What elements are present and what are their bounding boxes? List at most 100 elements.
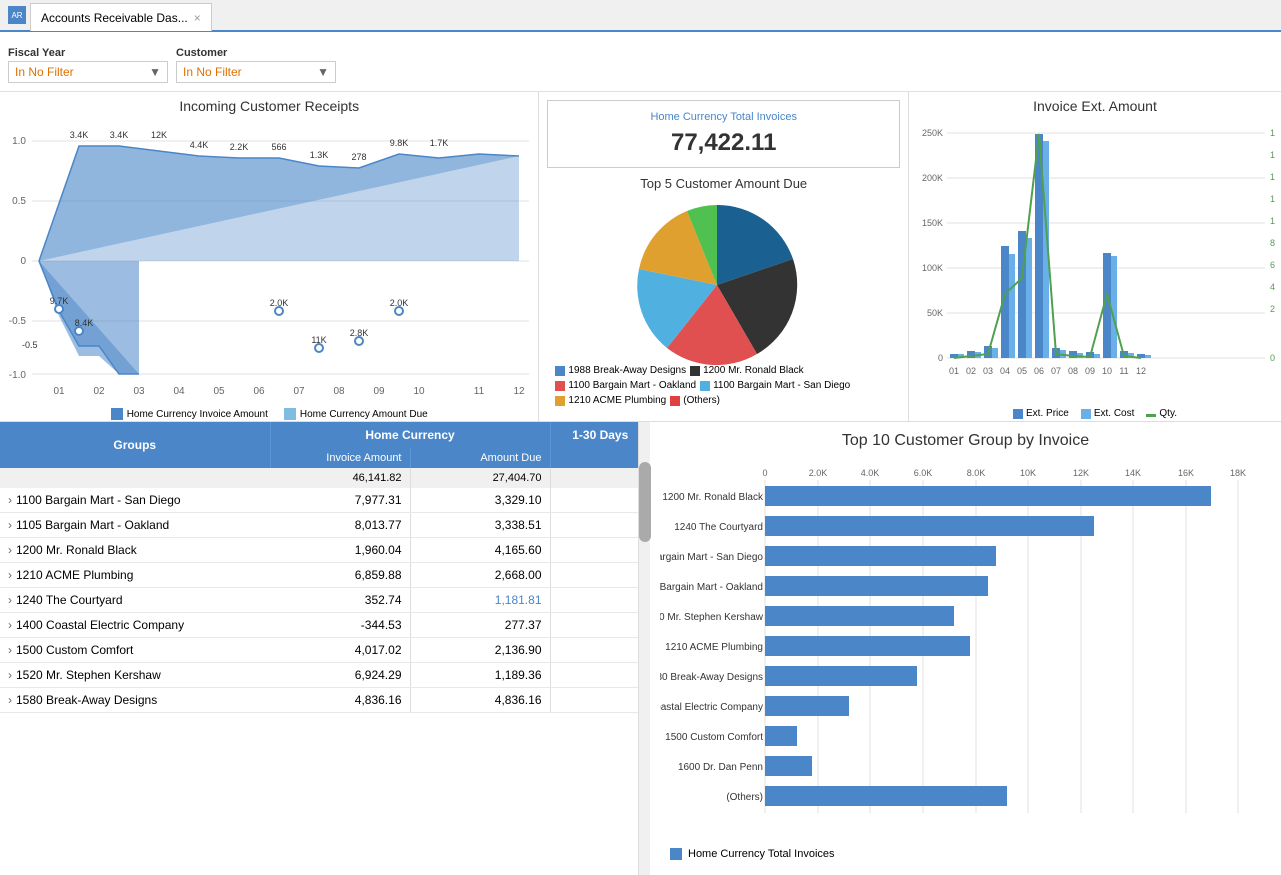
svg-text:07: 07	[1051, 366, 1061, 376]
table-row[interactable]: ›1200 Mr. Ronald Black 1,960.04 4,165.60	[0, 538, 650, 563]
total-days	[550, 468, 650, 488]
svg-text:07: 07	[294, 386, 306, 397]
svg-text:1210 ACME Plumbing: 1210 ACME Plumbing	[665, 642, 763, 653]
row-name: ›1520 Mr. Stephen Kershaw	[0, 663, 270, 688]
svg-text:1500 Custom Comfort: 1500 Custom Comfort	[665, 732, 763, 743]
scrollbar-thumb[interactable]	[639, 462, 651, 542]
total-invoice: 46,141.82	[270, 468, 410, 488]
bar-chart-section: Top 10 Customer Group by Invoice 0 2.0K …	[650, 422, 1281, 875]
customer-filter: Customer In No Filter ▼	[176, 47, 336, 83]
svg-text:1200 Mr. Ronald Black: 1200 Mr. Ronald Black	[662, 492, 764, 503]
fiscal-year-select[interactable]: In No Filter ▼	[8, 61, 168, 83]
expand-icon: ›	[8, 593, 12, 607]
app-icon: AR	[8, 6, 26, 24]
ext-price-label: Ext. Price	[1026, 408, 1069, 419]
svg-text:10K: 10K	[1020, 468, 1036, 478]
row-due: 4,836.16	[410, 688, 550, 713]
svg-text:0.5: 0.5	[12, 196, 26, 207]
row-invoice: 352.74	[270, 588, 410, 613]
row-due: 1,189.36	[410, 663, 550, 688]
table-row[interactable]: ›1520 Mr. Stephen Kershaw 6,924.29 1,189…	[0, 663, 650, 688]
svg-text:12: 12	[1136, 366, 1146, 376]
row-invoice: 6,859.88	[270, 563, 410, 588]
svg-text:14K: 14K	[1125, 468, 1141, 478]
table-body: ›1100 Bargain Mart - San Diego 7,977.31 …	[0, 488, 650, 713]
svg-text:0: 0	[1270, 353, 1275, 363]
table-row[interactable]: ›1100 Bargain Mart - San Diego 7,977.31 …	[0, 488, 650, 513]
ext-cost-box	[1081, 409, 1091, 419]
tab-close[interactable]: ×	[194, 11, 201, 25]
svg-text:1.0: 1.0	[12, 136, 26, 147]
svg-text:03: 03	[134, 386, 146, 397]
home-currency-header: Home Currency	[270, 422, 550, 448]
table-row[interactable]: ›1500 Custom Comfort 4,017.02 2,136.90	[0, 638, 650, 663]
svg-text:03: 03	[983, 366, 993, 376]
app-header: AR Accounts Receivable Das... ×	[0, 0, 1281, 32]
bar-legend: Home Currency Total Invoices	[660, 848, 1271, 860]
row-due: 2,136.90	[410, 638, 550, 663]
customer-select[interactable]: In No Filter ▼	[176, 61, 336, 83]
amount-due-header: Amount Due	[410, 448, 550, 468]
svg-text:4.4K: 4.4K	[190, 140, 209, 150]
bar-legend-label: Home Currency Total Invoices	[688, 848, 835, 860]
pie-leg-box-3	[555, 381, 565, 391]
legend-due-label: Home Currency Amount Due	[300, 409, 428, 420]
incoming-receipts-chart: Incoming Customer Receipts 1.0 0.5 0 -0.…	[0, 92, 539, 421]
svg-text:20: 20	[1270, 304, 1275, 314]
pie-leg-label-5: 1210 ACME Plumbing	[568, 395, 666, 406]
qty-line	[1146, 414, 1156, 417]
table-row[interactable]: ›1580 Break-Away Designs 4,836.16 4,836.…	[0, 688, 650, 713]
bar-others	[765, 786, 1007, 806]
fiscal-year-label: Fiscal Year	[8, 47, 168, 59]
table-row[interactable]: ›1105 Bargain Mart - Oakland 8,013.77 3,…	[0, 513, 650, 538]
bar-courtyard	[765, 516, 1094, 536]
pie-leg-box-6	[670, 396, 680, 406]
pie-leg-label-6: (Others)	[683, 395, 720, 406]
svg-text:120: 120	[1270, 194, 1275, 204]
svg-text:278: 278	[352, 152, 367, 162]
expand-icon: ›	[8, 618, 12, 632]
row-days	[550, 688, 650, 713]
pie-legend-6: (Others)	[670, 395, 720, 406]
row-name: ›1200 Mr. Ronald Black	[0, 538, 270, 563]
ext-price-box	[1013, 409, 1023, 419]
svg-text:12: 12	[514, 386, 526, 397]
svg-text:0: 0	[762, 468, 767, 478]
svg-text:1580 Break-Away Designs: 1580 Break-Away Designs	[660, 672, 763, 683]
table-section: Groups Home Currency 1-30 Days Invoice A…	[0, 422, 650, 875]
svg-text:1240 The Courtyard: 1240 The Courtyard	[674, 522, 763, 533]
pie-leg-box-5	[555, 396, 565, 406]
svg-text:(Others): (Others)	[726, 792, 763, 803]
svg-text:02: 02	[94, 386, 106, 397]
svg-text:100: 100	[1270, 216, 1275, 226]
row-invoice: 6,924.29	[270, 663, 410, 688]
scrollbar[interactable]	[638, 422, 650, 875]
pie-chart: Top 5 Customer Amount Due 1988 Break-A	[547, 176, 900, 413]
legend-ext-price: Ext. Price	[1013, 408, 1069, 419]
bar-ronald-black	[765, 486, 1211, 506]
svg-text:01: 01	[54, 386, 66, 397]
svg-text:2.2K: 2.2K	[230, 142, 249, 152]
legend-ext-cost: Ext. Cost	[1081, 408, 1135, 419]
expand-icon: ›	[8, 543, 12, 557]
table-row[interactable]: ›1210 ACME Plumbing 6,859.88 2,668.00	[0, 563, 650, 588]
row-due: 3,329.10	[410, 488, 550, 513]
row-days	[550, 513, 650, 538]
svg-text:04: 04	[1000, 366, 1010, 376]
svg-text:80: 80	[1270, 238, 1275, 248]
svg-text:06: 06	[1034, 366, 1044, 376]
svg-text:180: 180	[1270, 128, 1275, 138]
bar-legend-box	[670, 848, 682, 860]
table-row[interactable]: ›1240 The Courtyard 352.74 1,181.81	[0, 588, 650, 613]
pie-leg-box-2	[690, 366, 700, 376]
kpi-value: 77,422.11	[558, 129, 889, 157]
svg-text:08: 08	[1068, 366, 1078, 376]
svg-text:3.4K: 3.4K	[110, 130, 129, 140]
row-invoice: 7,977.31	[270, 488, 410, 513]
svg-text:1105 Bargain Mart - Oakland: 1105 Bargain Mart - Oakland	[660, 582, 763, 593]
row-days	[550, 613, 650, 638]
svg-text:11: 11	[474, 386, 485, 397]
svg-text:12K: 12K	[151, 130, 167, 140]
svg-text:10: 10	[414, 386, 426, 397]
table-row[interactable]: ›1400 Coastal Electric Company -344.53 2…	[0, 613, 650, 638]
